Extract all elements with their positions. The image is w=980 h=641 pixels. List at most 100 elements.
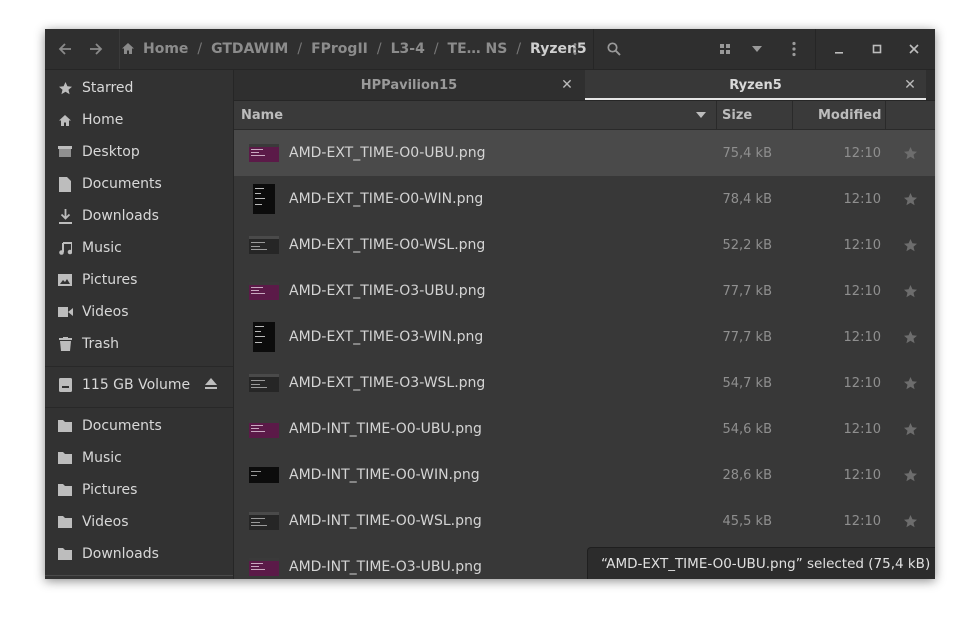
star-icon[interactable]	[898, 498, 922, 544]
tab-close-icon[interactable]: ✕	[900, 70, 920, 100]
window-controls-separator	[815, 29, 816, 69]
back-arrow-icon[interactable]	[53, 29, 77, 69]
file-name: AMD-EXT_TIME-O0-UBU.png	[289, 145, 486, 161]
file-row[interactable]: AMD-INT_TIME-O0-WIN.png 28,6 kB 12:10	[234, 452, 935, 498]
view-grid-icon[interactable]	[713, 29, 737, 69]
breadcrumb-separator: /	[433, 41, 439, 57]
file-size: 54,6 kB	[722, 421, 772, 437]
sidebar-item-pictures[interactable]: Pictures	[45, 265, 233, 295]
sidebar-item-bookmark-music[interactable]: Music	[45, 443, 233, 473]
eject-icon[interactable]	[205, 377, 217, 393]
column-modified[interactable]: Modified	[818, 101, 881, 129]
file-size: 77,7 kB	[722, 329, 772, 345]
trash-icon	[57, 336, 73, 352]
star-icon[interactable]	[898, 222, 922, 268]
file-name: AMD-EXT_TIME-O0-WSL.png	[289, 237, 486, 253]
sidebar-item-label: Videos	[82, 514, 129, 530]
breadcrumb-item-truncated[interactable]: TE… NS	[446, 41, 510, 57]
folder-icon	[57, 450, 73, 466]
header-bar: Home / GTDAWIM / FProgII / L3-4 / TE… NS…	[45, 29, 935, 70]
file-modified: 12:10	[843, 421, 881, 437]
file-row[interactable]: AMD-INT_TIME-O0-WSL.png 45,5 kB 12:10	[234, 498, 935, 544]
file-row[interactable]: AMD-EXT_TIME-O0-UBU.png 75,4 kB 12:10	[234, 130, 935, 176]
sidebar-item-label: Music	[82, 450, 122, 466]
tab-hppavilion15[interactable]: HPPavilion15	[234, 70, 584, 100]
breadcrumb-separator: /	[197, 41, 203, 57]
file-name: AMD-INT_TIME-O0-WIN.png	[289, 467, 480, 483]
file-modified: 12:10	[843, 375, 881, 391]
sidebar-item-bookmark-pictures[interactable]: Pictures	[45, 475, 233, 505]
star-icon[interactable]	[898, 268, 922, 314]
sidebar-item-label: Documents	[82, 176, 162, 192]
breadcrumb-item-l3-4[interactable]: L3-4	[389, 41, 427, 57]
sidebar-item-label: Downloads	[82, 546, 159, 562]
sidebar-item-home[interactable]: Home	[45, 105, 233, 135]
file-thumbnail	[249, 184, 279, 214]
column-name[interactable]: Name	[241, 101, 283, 129]
sidebar-item-starred[interactable]: Starred	[45, 73, 233, 103]
file-row[interactable]: AMD-EXT_TIME-O0-WSL.png 52,2 kB 12:10	[234, 222, 935, 268]
file-modified: 12:10	[843, 329, 881, 345]
sidebar-item-volume[interactable]: 115 GB Volume	[45, 370, 233, 400]
column-size[interactable]: Size	[722, 101, 752, 129]
file-row[interactable]: AMD-EXT_TIME-O0-WIN.png 78,4 kB 12:10	[234, 176, 935, 222]
star-icon[interactable]	[898, 176, 922, 222]
file-modified: 12:10	[843, 283, 881, 299]
music-icon	[57, 240, 73, 256]
file-row[interactable]: AMD-EXT_TIME-O3-UBU.png 77,7 kB 12:10	[234, 268, 935, 314]
minimize-icon[interactable]	[827, 29, 851, 69]
star-icon[interactable]	[898, 130, 922, 176]
sidebar-divider	[45, 407, 233, 408]
file-size: 75,4 kB	[722, 145, 772, 161]
video-icon	[57, 304, 73, 320]
file-row[interactable]: AMD-EXT_TIME-O3-WSL.png 54,7 kB 12:10	[234, 360, 935, 406]
star-icon[interactable]	[898, 406, 922, 452]
sort-descending-icon[interactable]	[696, 101, 706, 129]
sidebar-item-label: Pictures	[82, 482, 138, 498]
folder-icon	[57, 514, 73, 530]
sidebar-item-bookmark-videos[interactable]: Videos	[45, 507, 233, 537]
breadcrumb-item-home[interactable]: Home	[141, 41, 190, 57]
close-icon[interactable]	[902, 29, 926, 69]
file-row[interactable]: AMD-EXT_TIME-O3-WIN.png 77,7 kB 12:10	[234, 314, 935, 360]
sidebar-item-downloads[interactable]: Downloads	[45, 201, 233, 231]
sidebar-item-documents[interactable]: Documents	[45, 169, 233, 199]
path-menu-icon[interactable]	[565, 29, 585, 69]
star-icon	[57, 80, 73, 96]
maximize-icon[interactable]	[865, 29, 889, 69]
file-size: 77,7 kB	[722, 283, 772, 299]
column-header: Name Size Modified	[234, 101, 935, 130]
star-icon[interactable]	[898, 452, 922, 498]
file-name: AMD-INT_TIME-O3-UBU.png	[289, 559, 482, 575]
breadcrumb-item-gtdawim[interactable]: GTDAWIM	[209, 41, 290, 57]
star-icon[interactable]	[898, 314, 922, 360]
tab-ryzen5[interactable]: Ryzen5	[585, 70, 926, 100]
forward-arrow-icon[interactable]	[84, 29, 108, 69]
star-icon[interactable]	[898, 360, 922, 406]
sidebar-item-desktop[interactable]: Desktop	[45, 137, 233, 167]
sidebar-item-label: 115 GB Volume	[82, 377, 191, 393]
tab-close-icon[interactable]: ✕	[557, 70, 577, 100]
search-icon[interactable]	[602, 29, 626, 69]
file-thumbnail	[249, 414, 279, 444]
breadcrumb-item-fprogii[interactable]: FProgII	[309, 41, 370, 57]
main-menu-icon[interactable]	[784, 29, 804, 69]
sidebar-item-trash[interactable]: Trash	[45, 329, 233, 359]
desktop-icon	[57, 144, 73, 160]
breadcrumb: Home / GTDAWIM / FProgII / L3-4 / TE… NS…	[121, 29, 589, 69]
column-divider	[885, 101, 886, 129]
drive-icon	[57, 377, 73, 393]
sidebar-item-bookmark-downloads[interactable]: Downloads	[45, 539, 233, 569]
sidebar-item-music[interactable]: Music	[45, 233, 233, 263]
sidebar-item-label: Music	[82, 240, 122, 256]
file-modified: 12:10	[843, 191, 881, 207]
column-size-label: Size	[722, 107, 753, 123]
file-row[interactable]: AMD-INT_TIME-O0-UBU.png 54,6 kB 12:10	[234, 406, 935, 452]
home-icon[interactable]	[121, 42, 135, 59]
sidebar-item-videos[interactable]: Videos	[45, 297, 233, 327]
file-size: 54,7 kB	[722, 375, 772, 391]
sidebar-item-label: Videos	[82, 304, 129, 320]
chevron-down-icon[interactable]	[745, 29, 769, 69]
sidebar-item-bookmark-documents[interactable]: Documents	[45, 411, 233, 441]
document-icon	[57, 176, 73, 192]
